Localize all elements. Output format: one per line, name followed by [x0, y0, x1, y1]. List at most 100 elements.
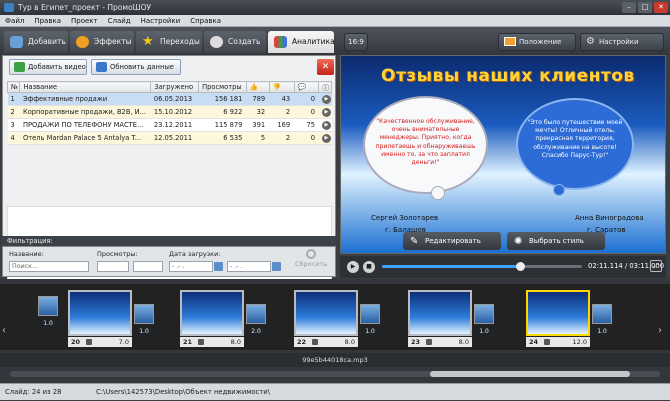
chevron-right-icon[interactable]: › — [658, 322, 668, 340]
col-uploaded[interactable]: Загружено — [150, 81, 200, 93]
title-bar: Тур в Египет_проект - ПромоШОУ — [0, 0, 670, 15]
tab-effects[interactable]: Эффекты — [70, 31, 134, 53]
refresh-data-button[interactable]: Обновить данные — [91, 59, 181, 75]
menu-help[interactable]: Справка — [185, 15, 226, 27]
timeline-scrollbar-thumb[interactable] — [430, 371, 630, 377]
menu-edit[interactable]: Правка — [29, 15, 66, 27]
transition-thumb[interactable] — [246, 304, 266, 324]
edit-slide-button[interactable]: ✎ Редактировать — [403, 232, 501, 250]
app-logo-icon — [4, 3, 14, 12]
filter-header: Фильтрация: — [2, 236, 336, 246]
name-label: Название: — [9, 250, 44, 258]
transition-thumb[interactable] — [474, 304, 494, 324]
pencil-icon[interactable] — [426, 339, 432, 345]
play-icon[interactable]: ▶ — [321, 95, 331, 104]
col-dislikes[interactable]: 👎 — [268, 81, 295, 93]
menu-bar: Файл Правка Проект Слайд Настройки Справка — [0, 15, 670, 27]
reset-filter-button[interactable]: Сбросить — [293, 249, 329, 275]
col-views[interactable]: Просмотры — [198, 81, 247, 93]
pencil-icon: ✎ — [410, 236, 419, 247]
client-name-1: Сергей Золотарев — [371, 214, 439, 222]
slide-thumbnail[interactable] — [180, 290, 244, 336]
col-likes[interactable]: 👍 — [245, 81, 270, 93]
slide-slot-21[interactable]: 21 8.0 2.0 — [160, 290, 268, 350]
quote-bubble-2: "Это было путешествие моей мечты! Отличн… — [516, 98, 634, 190]
transition-thumb[interactable] — [134, 304, 154, 324]
reset-icon — [306, 249, 316, 259]
slide-thumbnail[interactable] — [526, 290, 590, 336]
photo-position-button[interactable]: Положение фото — [498, 33, 576, 62]
maximize-button[interactable]: □ — [638, 2, 652, 13]
timeline: ‹ 1.0 20 7.0 1.0 21 8.0 2.0 22 8.0 1.0 23 8.… — [0, 279, 670, 383]
slide-slot-24[interactable]: 24 12.0 1.0 — [506, 290, 614, 350]
play-icon[interactable]: ▶ — [321, 121, 331, 130]
slide-thumbnail[interactable] — [68, 290, 132, 336]
calendar-icon[interactable] — [214, 262, 223, 271]
col-title[interactable]: Название — [19, 81, 152, 93]
slide-thumbnail[interactable] — [294, 290, 358, 336]
project-path: C:\Users\142573\Desktop\Объект недвижимо… — [96, 388, 270, 396]
menu-slide[interactable]: Слайд — [103, 15, 136, 27]
comments-icon: 💬 — [297, 83, 306, 91]
status-bar: Слайд: 24 из 28 C:\Users\142573\Desktop\… — [0, 383, 670, 400]
pencil-icon[interactable] — [198, 339, 204, 345]
table-row[interactable]: 2 Корпоративные продажи, B2B, И... 15.10.2… — [7, 105, 332, 119]
views-from-input[interactable] — [97, 261, 129, 272]
pencil-icon[interactable] — [544, 339, 550, 345]
photo-icon — [504, 37, 516, 46]
pencil-icon[interactable] — [312, 339, 318, 345]
chevron-left-icon[interactable]: ‹ — [2, 322, 12, 340]
videos-table: № Название Загружено Просмотры 👍 👎 💬 ⓘ 1… — [6, 81, 332, 145]
fullscreen-icon[interactable]: ⤢ — [650, 260, 662, 272]
add-video-button[interactable]: Добавить видео — [9, 59, 87, 75]
views-label: Просмотры: — [97, 250, 138, 258]
play-icon[interactable]: ▶ — [321, 134, 331, 143]
col-info[interactable]: ⓘ — [318, 81, 332, 93]
close-button[interactable]: ✕ — [654, 2, 668, 13]
tab-add[interactable]: Добавить — [4, 31, 68, 53]
delete-button[interactable]: ✕ — [317, 59, 334, 75]
table-row[interactable]: 4 Отель Mardan Palace 5 Antalya T... 12.05… — [7, 131, 332, 145]
date-from-input[interactable]: - .- . — [169, 261, 213, 272]
style-icon: ✺ — [514, 236, 523, 247]
views-to-input[interactable] — [133, 261, 163, 272]
col-number[interactable]: № — [6, 81, 21, 93]
play-icon[interactable]: ▶ — [321, 108, 331, 117]
aspect-ratio-button[interactable]: 16:9 — [344, 33, 368, 51]
minimize-button[interactable]: – — [622, 2, 636, 13]
effects-icon — [76, 36, 89, 48]
slide-thumbnail[interactable] — [408, 290, 472, 336]
menu-settings[interactable]: Настройки — [136, 15, 186, 27]
tab-create[interactable]: Создать — [204, 31, 266, 53]
calendar-icon[interactable] — [272, 262, 281, 271]
slide-slot-23[interactable]: 23 8.0 1.0 — [388, 290, 496, 350]
play-button[interactable]: ▶ — [347, 261, 359, 273]
menu-file[interactable]: Файл — [0, 15, 29, 27]
pencil-icon[interactable] — [86, 339, 92, 345]
search-input[interactable]: Поиск... — [9, 261, 89, 272]
table-row[interactable]: 1 Эффективные продажи 06.05.2013 156 181 789… — [7, 92, 332, 106]
tab-analytics[interactable]: Аналитика — [268, 31, 335, 53]
project-settings-button[interactable]: ⚙Настройки проекта — [580, 33, 664, 62]
date-to-input[interactable]: - .- . — [227, 261, 271, 272]
audio-track[interactable]: 99e5b44018ca.mp3 — [0, 353, 670, 367]
bubble-tail — [431, 186, 445, 200]
refresh-icon — [96, 62, 107, 72]
add-icon — [14, 62, 25, 72]
date-label: Дата загрузки: — [169, 250, 221, 258]
progress-handle[interactable] — [516, 262, 525, 271]
col-comments[interactable]: 💬 — [293, 81, 320, 93]
progress-fill — [382, 265, 520, 268]
slide-slot-22[interactable]: 22 8.0 1.0 — [274, 290, 382, 350]
stop-button[interactable]: ■ — [363, 261, 375, 273]
slide-counter: Слайд: 24 из 28 — [5, 388, 62, 396]
table-row[interactable]: 3 ПРОДАЖИ ПО ТЕЛЕФОНУ МАСТЕ... 23.12.2011 1… — [7, 118, 332, 132]
slide-preview[interactable]: Отзывы наших клиентов "Качественное обсл… — [340, 55, 666, 254]
menu-project[interactable]: Проект — [66, 15, 103, 27]
transition-thumb[interactable] — [360, 304, 380, 324]
slide-slot-20[interactable]: 20 7.0 1.0 — [48, 290, 156, 350]
tab-transitions[interactable]: ★ Переходы — [136, 31, 202, 53]
transition-thumb[interactable] — [592, 304, 612, 324]
client-name-2: Анна Виноградова — [575, 214, 644, 222]
choose-style-button[interactable]: ✺ Выбрать стиль — [507, 232, 605, 250]
